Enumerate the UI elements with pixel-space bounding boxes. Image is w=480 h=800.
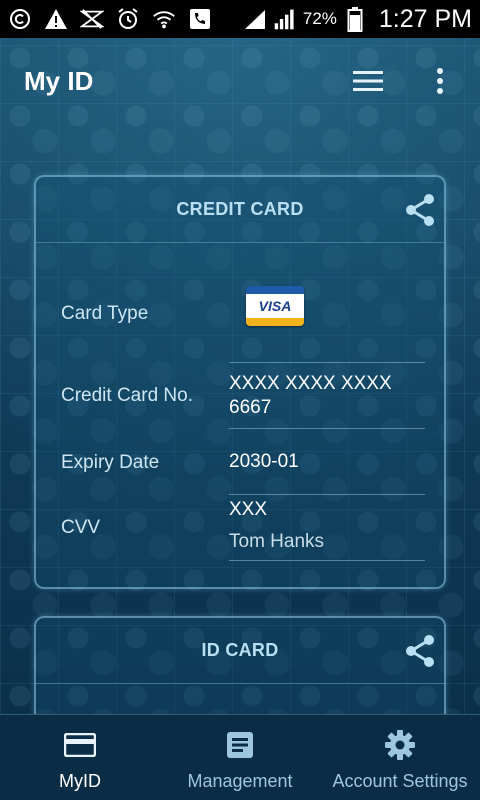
nav-item-management[interactable]: Management bbox=[160, 715, 320, 800]
nav-label-management: Management bbox=[187, 771, 293, 791]
app-bar: My ID bbox=[0, 38, 480, 124]
page-title: My ID bbox=[24, 65, 94, 96]
menu-icon[interactable] bbox=[352, 65, 384, 97]
row-divider bbox=[229, 560, 425, 561]
share-icon[interactable] bbox=[404, 194, 436, 226]
wifi-icon bbox=[152, 7, 176, 31]
id-card-title: ID CARD bbox=[201, 640, 279, 660]
credit-card-title: CREDIT CARD bbox=[176, 199, 304, 219]
document-icon bbox=[222, 727, 258, 763]
card-number-line1: XXXX XXXX XXXX bbox=[229, 373, 392, 394]
visa-logo-text: VISA bbox=[258, 298, 292, 314]
gear-icon bbox=[382, 727, 418, 763]
credit-card-panel: CREDIT CARD Card Type VISA Credit Card N… bbox=[34, 175, 446, 589]
visa-logo: VISA bbox=[246, 286, 304, 326]
credit-card-header: CREDIT CARD bbox=[36, 177, 444, 243]
card-type-label: Card Type bbox=[61, 303, 149, 324]
nav-item-myid[interactable]: MyID bbox=[0, 715, 160, 800]
phone-icon bbox=[188, 7, 212, 31]
copyright-icon bbox=[8, 7, 32, 31]
row-divider bbox=[229, 362, 425, 363]
battery-percent: 72% bbox=[302, 9, 337, 28]
nav-label-account-settings: Account Settings bbox=[332, 771, 468, 791]
cvv-value: XXX bbox=[229, 499, 268, 520]
expiry-date-label: Expiry Date bbox=[61, 452, 160, 473]
card-holder-name: Tom Hanks bbox=[229, 531, 325, 552]
bottom-navigation: MyID Management Account Settings bbox=[0, 714, 480, 800]
battery-icon bbox=[343, 7, 367, 32]
card-icon bbox=[62, 727, 98, 763]
alarm-icon bbox=[116, 7, 140, 31]
mute-icon bbox=[80, 7, 104, 31]
signal-icon bbox=[243, 7, 267, 31]
card-number-line2: 6667 bbox=[229, 397, 272, 418]
cvv-label: CVV bbox=[61, 517, 101, 538]
id-card-header: ID CARD bbox=[36, 618, 444, 684]
share-icon[interactable] bbox=[404, 635, 436, 667]
card-number-label: Credit Card No. bbox=[61, 385, 193, 406]
nav-item-account-settings[interactable]: Account Settings bbox=[320, 715, 480, 800]
nav-label-myid: MyID bbox=[59, 771, 101, 791]
signal-icon bbox=[273, 7, 297, 31]
row-divider bbox=[229, 428, 425, 429]
overflow-icon[interactable] bbox=[424, 65, 456, 97]
clock: 1:27 PM bbox=[378, 4, 472, 33]
row-divider bbox=[229, 494, 425, 495]
app-screen: My ID CREDIT CARD Card Type VISA Credit bbox=[0, 38, 480, 800]
warning-icon bbox=[44, 7, 68, 31]
expiry-date-value: 2030-01 bbox=[229, 451, 299, 472]
status-bar: 72% 1:27 PM bbox=[0, 0, 480, 38]
